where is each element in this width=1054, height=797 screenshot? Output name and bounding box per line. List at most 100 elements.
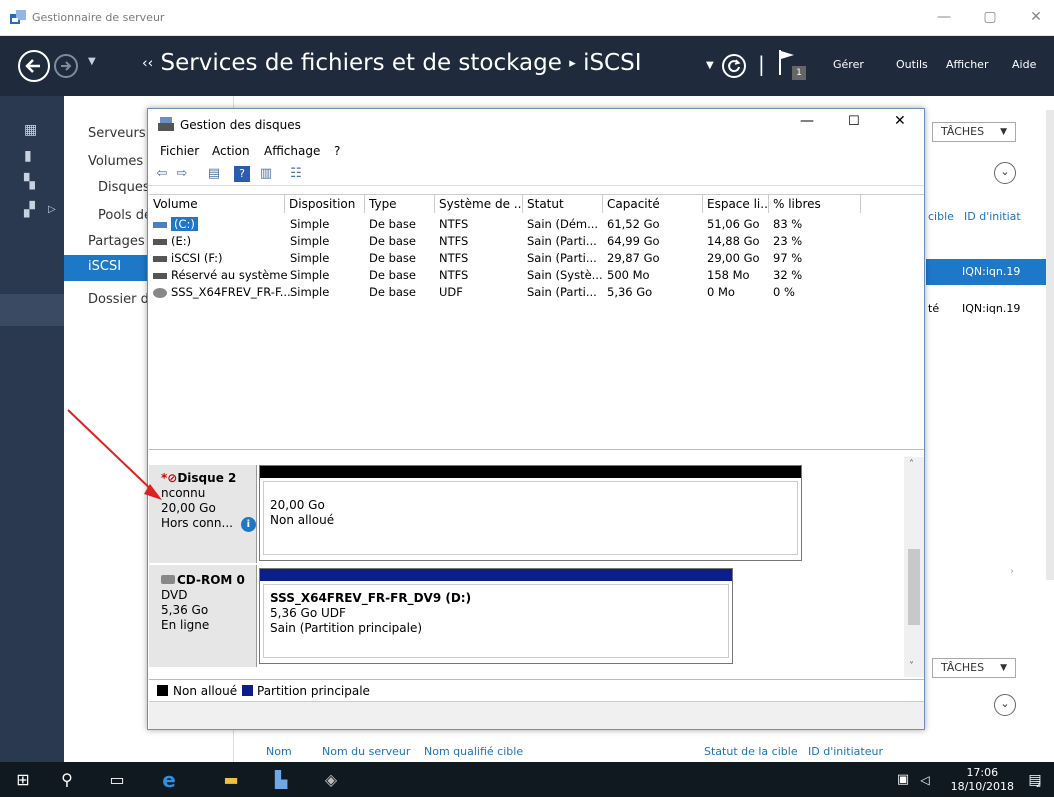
back-icon[interactable]: ⇦ — [154, 166, 170, 182]
maximize-button[interactable]: ▢ — [976, 6, 1004, 28]
header-nom-serveur[interactable]: Nom du serveur — [322, 745, 410, 758]
dialog-close-button[interactable]: ✕ — [894, 113, 906, 129]
primary-partition-bar — [260, 569, 732, 581]
tasks-dropdown-top[interactable]: TÂCHES ▼ — [932, 122, 1016, 142]
volume-row[interactable]: iSCSI (F:) Simple De base NTFS Sain (Par… — [149, 251, 924, 265]
network-icon[interactable]: ▣ — [892, 770, 914, 790]
menu-gerer[interactable]: Gérer — [833, 58, 864, 71]
breadcrumb-iscsi[interactable]: iSCSI — [583, 50, 641, 76]
unallocated-bar — [260, 466, 801, 478]
close-button[interactable]: ✕ — [1022, 6, 1050, 28]
col-type[interactable]: Type — [365, 195, 435, 213]
notifications-flag-button[interactable]: 1 — [778, 48, 810, 84]
graph-scrollbar[interactable]: ˄ ˅ — [904, 457, 924, 677]
col-capacite[interactable]: Capacité — [603, 195, 703, 213]
start-windows-icon[interactable]: ⊞ — [12, 770, 34, 790]
notification-center-icon[interactable]: ▤ — [1024, 770, 1046, 790]
forward-button[interactable] — [54, 54, 78, 78]
iscsi-row-2[interactable]: IQN:iqn.19 — [962, 302, 1020, 315]
menu-outils[interactable]: Outils — [896, 58, 928, 71]
taskbar-clock[interactable]: 17:06 18/10/2018 — [951, 766, 1014, 794]
iscsi-row-selected[interactable]: IQN:iqn.19 — [926, 259, 1054, 285]
annotation-arrow — [67, 409, 162, 500]
col-id-initiateur[interactable]: ID d'initiat — [964, 210, 1021, 223]
menu-fichier[interactable]: Fichier — [160, 144, 199, 158]
list-view-icon[interactable]: ☷ — [288, 166, 304, 182]
properties-icon[interactable]: ▤ — [206, 166, 222, 182]
forward-icon[interactable]: ⇨ — [174, 166, 190, 182]
volume-icon — [153, 255, 167, 262]
task-view-icon[interactable]: ▭ — [106, 770, 128, 790]
col-disposition[interactable]: Disposition — [285, 195, 365, 213]
server-manager-taskbar-icon[interactable]: ▙ — [270, 770, 292, 790]
nav-iscsi-label: iSCSI — [88, 259, 122, 274]
tasks-dropdown-bottom[interactable]: TÂCHES ▼ — [932, 658, 1016, 678]
local-server-icon[interactable]: ▮ — [24, 148, 40, 164]
file-explorer-icon[interactable]: ▬ — [220, 770, 242, 790]
menu-affichage[interactable]: Affichage — [264, 144, 320, 158]
menu-help[interactable]: ? — [334, 144, 340, 158]
col-pct-libres[interactable]: % libres — [769, 195, 861, 213]
breadcrumb-arrows-icon[interactable]: ‹‹ — [142, 56, 153, 72]
menu-afficher[interactable]: Afficher — [946, 58, 988, 71]
header-statut-cible[interactable]: Statut de la cible — [704, 745, 798, 758]
breadcrumb: ‹‹ Services de fichiers et de stockage ▸… — [142, 50, 642, 76]
all-servers-icon[interactable]: ▚ — [24, 174, 40, 190]
expand-bottom-button[interactable]: ⌄ — [994, 694, 1016, 716]
minimize-button[interactable]: — — [930, 6, 958, 28]
forward-arrow-icon — [61, 61, 72, 71]
scroll-up-icon[interactable]: ˄ — [909, 459, 914, 470]
volume-row[interactable]: Réservé au système Simple De base NTFS S… — [149, 268, 924, 282]
right-scrollbar[interactable] — [1046, 110, 1054, 580]
view-icon[interactable]: ▥ — [258, 166, 274, 182]
app-icon[interactable]: ◈ — [320, 770, 342, 790]
dialog-maximize-button[interactable]: ☐ — [848, 114, 860, 129]
volume-row[interactable]: (C:) Simple De base NTFS Sain (Dém... 61… — [149, 217, 924, 231]
back-button[interactable] — [18, 50, 50, 82]
breadcrumb-dropdown-icon[interactable]: ▼ — [706, 60, 714, 71]
expand-chevron-icon[interactable]: ▷ — [48, 204, 56, 215]
menu-action[interactable]: Action — [212, 144, 250, 158]
disk-2-partition[interactable]: 20,00 Go Non alloué — [259, 465, 802, 561]
chevron-down-icon: ▼ — [1000, 127, 1007, 137]
nav-pools[interactable]: Pools de — [98, 208, 152, 223]
col-cible[interactable]: cible — [928, 210, 954, 223]
nav-serveurs[interactable]: Serveurs — [88, 126, 146, 141]
cdrom-icon — [161, 575, 175, 584]
scroll-right-icon[interactable]: › — [1010, 566, 1014, 577]
refresh-icon — [728, 59, 741, 73]
breadcrumb-file-services[interactable]: Services de fichiers et de stockage — [161, 50, 562, 76]
nav-disques[interactable]: Disques — [98, 180, 150, 195]
menu-aide[interactable]: Aide — [1012, 58, 1036, 71]
header-id-initiateur[interactable]: ID d'initiateur — [808, 745, 883, 758]
nav-partages[interactable]: Partages — [88, 234, 145, 249]
volume-icon — [153, 221, 167, 228]
history-dropdown-icon[interactable]: ▼ — [88, 56, 96, 67]
header-nom-qualifie[interactable]: Nom qualifié cible — [424, 745, 523, 758]
edge-browser-icon[interactable]: e — [158, 770, 180, 790]
header-nom[interactable]: Nom — [266, 745, 292, 758]
toolbar-divider: | — [758, 52, 765, 76]
file-services-icon[interactable]: ▞ — [24, 202, 40, 218]
scrollbar-thumb[interactable] — [908, 549, 920, 625]
refresh-button[interactable] — [722, 54, 746, 78]
search-icon[interactable]: ⚲ — [56, 770, 78, 790]
volume-row[interactable]: SSS_X64FREV_FR-F... Simple De base UDF S… — [149, 285, 924, 299]
dialog-titlebar: Gestion des disques — ☐ ✕ — [148, 109, 924, 141]
cdrom-0-info[interactable]: CD-ROM 0 DVD 5,36 Go En ligne — [149, 565, 257, 667]
dialog-minimize-button[interactable]: — — [800, 113, 814, 129]
dashboard-icon[interactable]: ▦ — [24, 122, 40, 138]
cdrom-0-partition[interactable]: SSS_X64FREV_FR-FR_DV9 (D:) 5,36 Go UDF S… — [259, 568, 733, 664]
col-systeme[interactable]: Système de ... — [435, 195, 523, 213]
expand-top-button[interactable]: ⌄ — [994, 162, 1016, 184]
help-icon[interactable]: ? — [234, 166, 250, 182]
col-statut[interactable]: Statut — [523, 195, 603, 213]
info-icon[interactable]: i — [240, 517, 256, 532]
volume-row[interactable]: (E:) Simple De base NTFS Sain (Parti... … — [149, 234, 924, 248]
navigation-bar: ▼ ‹‹ Services de fichiers et de stockage… — [0, 36, 1054, 96]
volume-muted-icon[interactable]: ◁ — [914, 770, 936, 790]
scroll-down-icon[interactable]: ˅ — [909, 661, 914, 672]
nav-volumes[interactable]: Volumes — [88, 154, 143, 169]
col-espace-libre[interactable]: Espace li... — [703, 195, 769, 213]
col-volume[interactable]: Volume — [149, 195, 285, 213]
